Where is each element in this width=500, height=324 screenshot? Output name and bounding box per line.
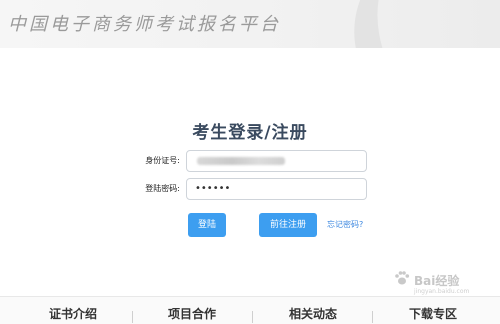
footer-item-certificate-intro[interactable]: 证书介绍 — [49, 305, 97, 322]
watermark-text: Bai经验 — [414, 274, 460, 288]
footer-divider — [372, 311, 373, 323]
password-input[interactable]: •••••• — [186, 178, 367, 200]
footer-divider — [252, 311, 253, 323]
id-number-input[interactable] — [186, 150, 367, 172]
footer-item-project-cooperation[interactable]: 项目合作 — [168, 305, 216, 322]
password-label: 登陆密码: — [145, 184, 180, 193]
paw-icon — [395, 271, 410, 285]
redacted-id-value — [197, 157, 285, 165]
id-number-label: 身份证号: — [145, 156, 180, 165]
register-button[interactable]: 前往注册 — [259, 213, 317, 237]
site-title: 中国电子商务师考试报名平台 — [8, 14, 281, 35]
forgot-password-link[interactable]: 忘记密码? — [327, 219, 363, 230]
footer-nav: 证书介绍 项目合作 相关动态 下载专区 — [0, 296, 500, 324]
footer-item-news[interactable]: 相关动态 — [289, 305, 337, 322]
login-button[interactable]: 登陆 — [188, 213, 226, 237]
header-banner: 中国电子商务师考试报名平台 — [0, 0, 500, 48]
footer-item-downloads[interactable]: 下载专区 — [409, 305, 457, 322]
footer-divider — [132, 311, 133, 323]
watermark-url: jingyan.baidu.com — [414, 288, 470, 295]
login-title: 考生登录/注册 — [192, 123, 308, 143]
decorative-swoosh — [330, 0, 500, 48]
